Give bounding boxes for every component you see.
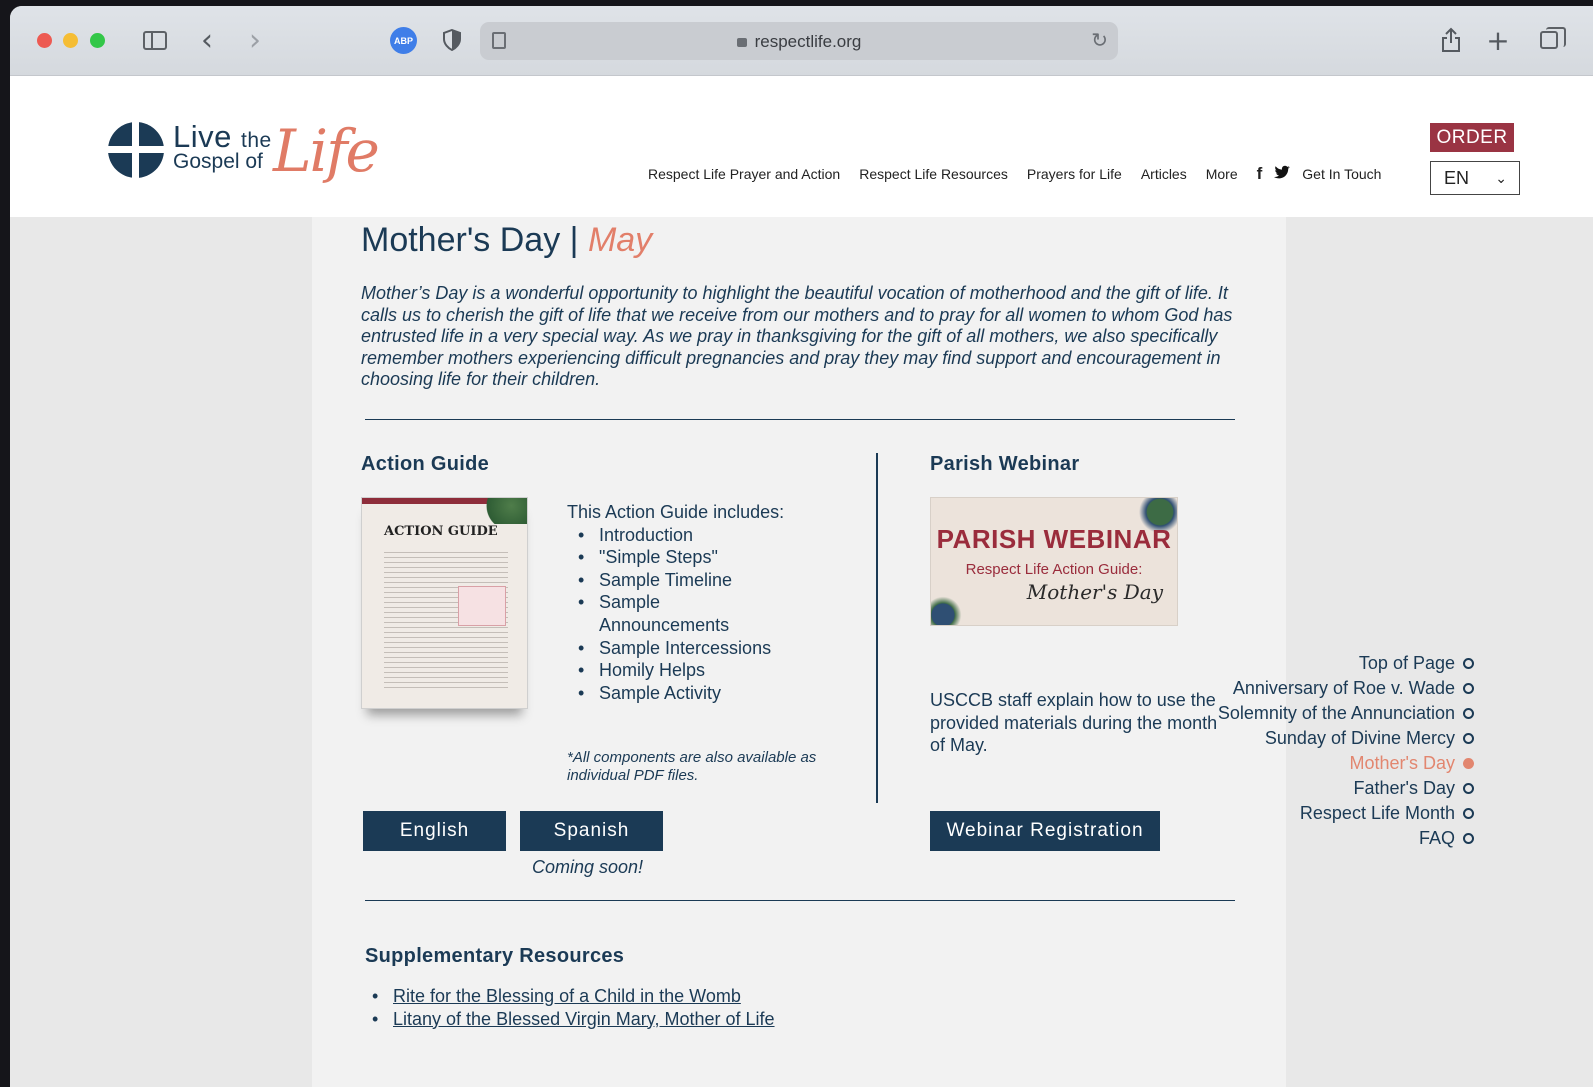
page-nav-divine-mercy[interactable]: Sunday of Divine Mercy: [1218, 726, 1474, 751]
webinar-registration-button[interactable]: Webinar Registration: [930, 811, 1160, 851]
adblock-extension-icon[interactable]: ABP: [390, 27, 417, 54]
circle-icon: [1463, 832, 1474, 844]
new-tab-icon[interactable]: +: [1485, 24, 1511, 57]
page-title: Mother's Day | May: [361, 221, 653, 259]
language-select[interactable]: EN ⌄: [1430, 161, 1520, 195]
list-item: "Simple Steps": [567, 546, 827, 569]
nav-item-respect-life-resources[interactable]: Respect Life Resources: [859, 166, 1008, 182]
list-item: Sample Timeline: [567, 569, 827, 592]
circle-icon: [1463, 732, 1474, 744]
litany-link[interactable]: Litany of the Blessed Virgin Mary, Mothe…: [393, 1009, 775, 1029]
minimize-window-button[interactable]: [63, 33, 78, 48]
address-bar[interactable]: respectlife.org ↻: [480, 22, 1118, 60]
page-nav-faq[interactable]: FAQ: [1218, 826, 1474, 851]
main-content: Mother's Day | May Mother’s Day is a won…: [312, 217, 1286, 1087]
includes-list: Introduction "Simple Steps" Sample Timel…: [567, 524, 827, 705]
parish-webinar-title: Parish Webinar: [930, 453, 1080, 475]
action-guide-thumbnail[interactable]: ACTION GUIDE: [361, 497, 528, 709]
list-item: Sample Intercessions: [567, 637, 827, 660]
list-item: Sample Announcements: [567, 591, 742, 636]
cross-logo-icon: [108, 122, 164, 178]
nav-item-prayers-for-life[interactable]: Prayers for Life: [1027, 166, 1122, 182]
divider-top: [365, 419, 1235, 420]
supplementary-list: Rite for the Blessing of a Child in the …: [372, 985, 775, 1030]
coming-soon-note: Coming soon!: [532, 857, 644, 877]
back-arrow-icon[interactable]: ‹: [194, 23, 220, 58]
tab-overview-icon[interactable]: [1536, 26, 1566, 54]
lock-icon: [736, 38, 747, 47]
page-nav-annunciation[interactable]: Solemnity of the Annunciation: [1218, 701, 1474, 726]
page-nav-respect-life-month[interactable]: Respect Life Month: [1218, 801, 1474, 826]
nav-item-articles[interactable]: Articles: [1141, 166, 1187, 182]
site-logo[interactable]: Live the Gospel of Life: [108, 117, 380, 199]
browser-toolbar: ‹ › ABP respectlife.org ↻ +: [10, 6, 1593, 76]
url-text: respectlife.org: [754, 32, 862, 51]
circle-icon: [1463, 782, 1474, 794]
nav-item-more[interactable]: More: [1206, 166, 1238, 182]
site-header: Live the Gospel of Life Respect Life Pra…: [10, 76, 1593, 217]
nav-item-respect-life-prayer[interactable]: Respect Life Prayer and Action: [648, 166, 840, 182]
supplementary-resources-title: Supplementary Resources: [365, 945, 625, 967]
chevron-down-icon: ⌄: [1495, 171, 1507, 187]
page-nav-fathers-day[interactable]: Father's Day: [1218, 776, 1474, 801]
includes-heading: This Action Guide includes:: [567, 502, 785, 522]
privacy-shield-icon[interactable]: [440, 26, 464, 54]
column-divider: [876, 453, 878, 803]
order-button[interactable]: ORDER: [1430, 123, 1514, 152]
nav-item-get-in-touch[interactable]: Get In Touch: [1302, 166, 1381, 182]
list-item: Homily Helps: [567, 659, 827, 682]
browser-window: ‹ › ABP respectlife.org ↻ + Live the Gos…: [10, 6, 1593, 1087]
components-note: *All components are also available as in…: [567, 749, 817, 784]
language-value: EN: [1444, 168, 1470, 188]
intro-paragraph: Mother’s Day is a wonderful opportunity …: [361, 283, 1233, 389]
webinar-description: USCCB staff explain how to use the provi…: [930, 690, 1218, 755]
sidebar-toggle-icon[interactable]: [140, 26, 170, 54]
list-item: Sample Activity: [567, 682, 827, 705]
page-nav-mothers-day[interactable]: Mother's Day: [1218, 751, 1474, 776]
forward-arrow-icon[interactable]: ›: [242, 23, 268, 58]
reload-icon[interactable]: ↻: [1091, 28, 1108, 52]
spanish-button[interactable]: Spanish: [520, 811, 663, 851]
english-button[interactable]: English: [363, 811, 506, 851]
rite-blessing-link[interactable]: Rite for the Blessing of a Child in the …: [393, 986, 741, 1006]
close-window-button[interactable]: [37, 33, 52, 48]
page-nav-roe-v-wade[interactable]: Anniversary of Roe v. Wade: [1218, 676, 1474, 701]
twitter-icon[interactable]: [1274, 164, 1291, 184]
page-nav-top[interactable]: Top of Page: [1218, 651, 1474, 676]
zoom-window-button[interactable]: [90, 33, 105, 48]
pine-decoration: [931, 595, 963, 625]
action-guide-includes: This Action Guide includes: Introduction…: [567, 501, 827, 704]
list-item: Rite for the Blessing of a Child in the …: [372, 985, 775, 1008]
facebook-icon[interactable]: f: [1257, 164, 1263, 184]
list-item: Introduction: [567, 524, 827, 547]
list-item: Litany of the Blessed Virgin Mary, Mothe…: [372, 1008, 775, 1031]
share-icon[interactable]: [1438, 26, 1464, 54]
circle-icon: [1463, 707, 1474, 719]
circle-icon: [1463, 657, 1474, 669]
filled-circle-icon: [1463, 757, 1474, 769]
circle-icon: [1463, 682, 1474, 694]
greenery-decoration: [475, 498, 527, 524]
action-guide-title: Action Guide: [361, 453, 490, 475]
circle-icon: [1463, 807, 1474, 819]
divider-bottom: [365, 900, 1235, 901]
page-section-nav: Top of Page Anniversary of Roe v. Wade S…: [1218, 651, 1474, 851]
webinar-thumbnail[interactable]: PARISH WEBINAR Respect Life Action Guide…: [930, 497, 1178, 626]
main-nav: Respect Life Prayer and Action Respect L…: [648, 164, 1400, 184]
